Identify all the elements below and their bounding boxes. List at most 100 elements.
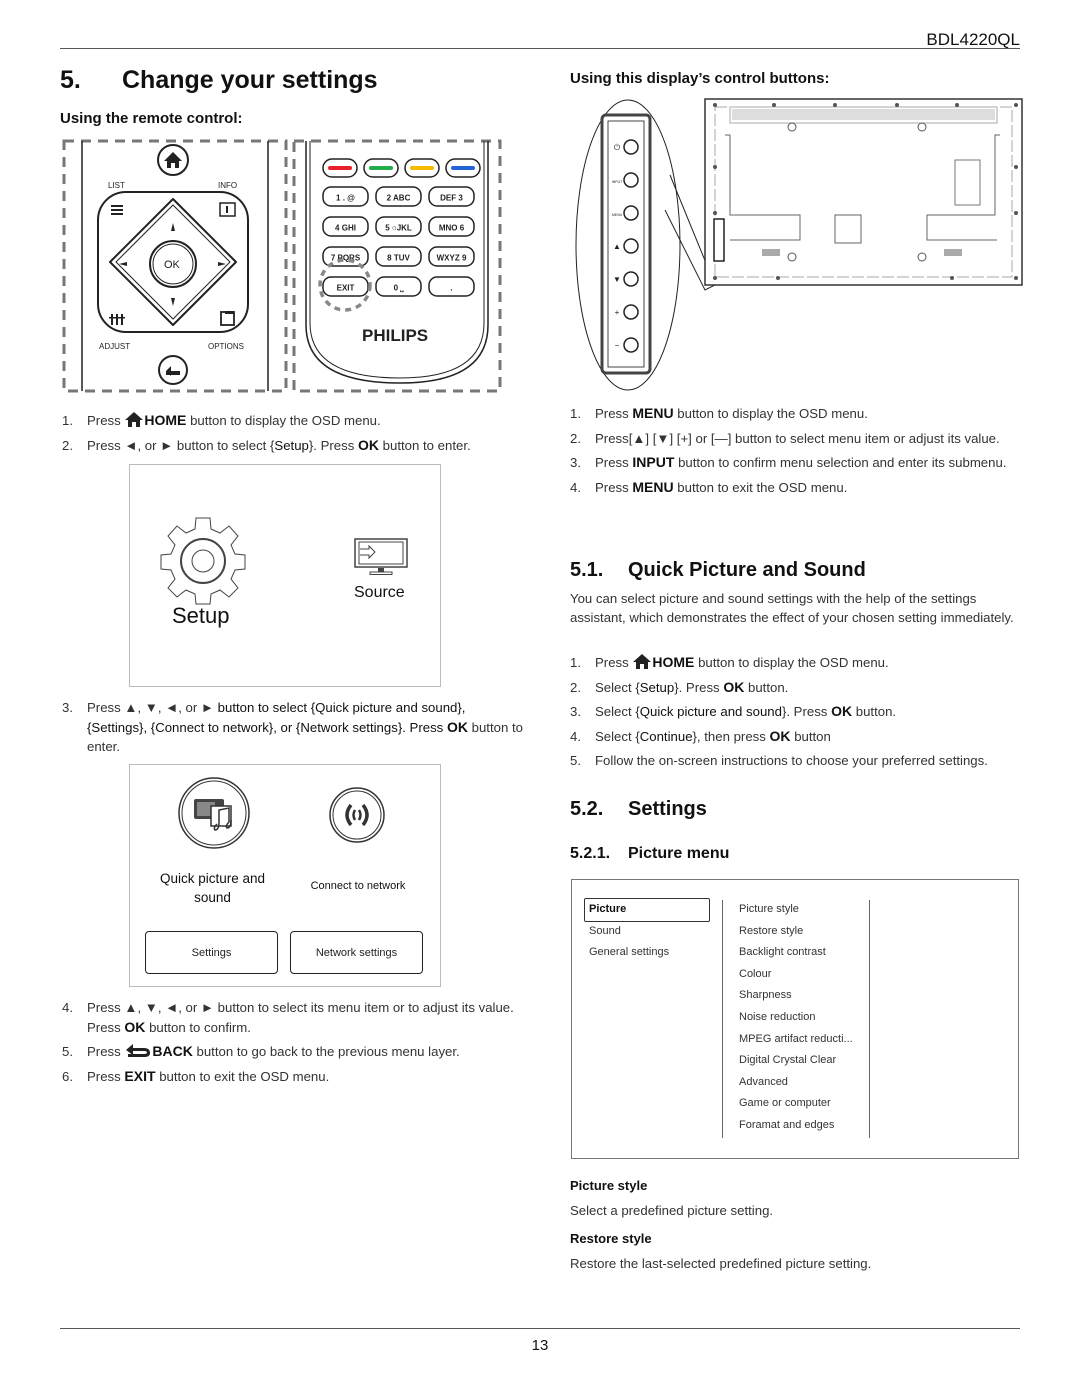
step-item: 3. Press INPUT button to confirm menu sel… — [570, 454, 1007, 470]
display-button-label: + — [615, 308, 620, 317]
display-control-button: + — [615, 304, 639, 320]
source-label: Source — [354, 584, 405, 601]
remote-navigation-illustration: LIST INFO OK ADJUST OPTIONS — [62, 139, 288, 393]
back-icon — [126, 1044, 151, 1057]
number-key: 8 TUV — [375, 246, 422, 267]
adjust-icon — [109, 314, 125, 325]
number-key: MNO 6 — [428, 216, 475, 237]
section-5-1-heading: 5.1. Quick Picture and Sound — [570, 559, 866, 581]
section-5-1-steps: 1. Press HOME button to display the OSD m… — [570, 653, 1025, 776]
number-key: 0 ⎵ — [375, 276, 422, 297]
network-settings-button[interactable]: Network settings — [290, 931, 423, 974]
connect-network-label: Connect to network — [310, 880, 406, 892]
restore-style-description: Restore the last-selected predefined pic… — [570, 1256, 872, 1271]
step-item: 4. Select {Continue}, then press OK butto… — [570, 727, 831, 744]
setup-label: Setup — [172, 603, 230, 628]
menu-option-item[interactable]: Picture style — [739, 903, 799, 915]
step-item: 4. Press ▲, ▼, ◄, or ► button to select i… — [62, 1000, 514, 1035]
model-number: BDL4220QL — [926, 30, 1020, 49]
key-label: 8 TUV — [387, 254, 410, 263]
step-item: 1. Press HOME button to display the OSD m… — [62, 412, 381, 428]
menu-option-item[interactable]: Colour — [739, 968, 771, 980]
connect-network-icon — [329, 787, 385, 843]
menu-option-item[interactable]: Foramat and edges — [739, 1119, 834, 1131]
number-key: 5 ○JKL — [375, 216, 422, 237]
step-item: 1. Press MENU button to display the OSD m… — [570, 405, 868, 421]
menu-category-item[interactable]: Picture — [589, 903, 626, 915]
home-button — [157, 144, 189, 176]
remote-heading: Using the remote control: — [60, 110, 243, 127]
home-icon — [633, 654, 652, 669]
step-item: 4. Press MENU button to exit the OSD menu… — [570, 478, 848, 495]
menu-option-item[interactable]: Restore style — [739, 925, 803, 937]
menu-option-item[interactable]: Noise reduction — [739, 1011, 815, 1023]
quick-picture-sound-icon — [178, 777, 250, 849]
step-item: 2. Press ◄, or ► button to select {Setup}… — [62, 436, 471, 453]
section-5-2-1-heading: 5.2.1. Picture menu — [570, 845, 730, 862]
step-item: 2. Select {Setup}. Press OK button. — [570, 678, 789, 695]
number-key: 1 . @ — [322, 186, 369, 207]
list-label: LIST — [108, 181, 125, 190]
key-label: 1 . @ — [336, 194, 355, 203]
quick-picture-sound-label: Quick picture and sound — [159, 871, 266, 905]
display-control-button: ▲ — [613, 238, 639, 254]
key-label: . — [450, 284, 452, 293]
display-button-label: ▼ — [613, 275, 621, 284]
back-button — [158, 355, 188, 385]
number-key: 4 GHI — [322, 216, 369, 237]
setup-menu-screenshot: Quick picture and sound Connect to networ… — [129, 764, 441, 987]
remote-keypad-illustration: 1 . @ 2 ABC DEF 3 4 GHI 5 ○JKL MNO 6 7 PQRS 8 T… — [292, 139, 502, 393]
menu-divider — [722, 900, 723, 1138]
color-key — [363, 158, 399, 178]
menu-option-item[interactable]: Backlight contrast — [739, 946, 826, 958]
step-item: 3. Select {Quick picture and sound}. Pres… — [570, 703, 897, 719]
display-steps: 1. Press MENU button to display the OSD m… — [570, 404, 1025, 502]
display-button-label: − — [615, 341, 620, 350]
options-label: OPTIONS — [208, 342, 244, 351]
menu-category-item[interactable]: General settings — [589, 946, 669, 958]
home-icon — [125, 412, 144, 427]
key-label: WXYZ 9 — [437, 254, 467, 263]
menu-option-item[interactable]: Game or computer — [739, 1097, 831, 1109]
key-label: 0 ⎵ — [394, 284, 405, 294]
picture-style-label: Picture style — [570, 1178, 648, 1193]
color-key — [445, 158, 481, 178]
menu-option-item[interactable]: Sharpness — [739, 989, 792, 1001]
remote-steps-4-6: 4. Press ▲, ▼, ◄, or ► button to select i… — [62, 998, 524, 1091]
key-label: 5 ○JKL — [385, 224, 412, 233]
number-key: 2 ABC — [375, 186, 422, 207]
key-label: 7 PQRS — [331, 254, 361, 263]
step-item: 6. Press EXIT button to exit the OSD menu… — [62, 1067, 330, 1084]
menu-category-item[interactable]: Sound — [589, 925, 621, 937]
remote-steps-1-2: 1. Press HOME button to display the OSD m… — [62, 411, 522, 460]
step-item: 1. Press HOME button to display the OSD m… — [570, 654, 889, 670]
display-button-label: MENU — [612, 213, 623, 217]
display-rear-illustration: ⏻ INPUT MENU ▲ ▼ + − — [575, 98, 1023, 391]
color-key — [322, 158, 358, 178]
section-5-2-heading: 5.2. Settings — [570, 798, 707, 820]
info-label: INFO — [218, 181, 237, 190]
adjust-label: ADJUST — [99, 342, 130, 351]
display-control-button: − — [615, 337, 639, 353]
picture-menu-screenshot: Picture Sound General settings Picture sty… — [571, 879, 1019, 1159]
section-5-1-intro: You can select picture and sound setting… — [570, 591, 1014, 625]
number-key: EXIT — [322, 276, 369, 297]
key-label: 4 GHI — [335, 224, 356, 233]
menu-option-item[interactable]: Advanced — [739, 1076, 788, 1088]
remote-step-3: 3. Press ▲, ▼, ◄, or ► button to select {… — [62, 698, 524, 762]
color-key — [404, 158, 440, 178]
setup-gear-icon — [160, 517, 246, 605]
key-label: MNO 6 — [439, 224, 465, 233]
display-button-label: ▲ — [613, 242, 621, 251]
key-label: EXIT — [337, 284, 355, 293]
footer-rule — [60, 1328, 1020, 1329]
settings-button[interactable]: Settings — [145, 931, 278, 974]
menu-option-item[interactable]: MPEG artifact reducti... — [739, 1033, 853, 1045]
key-label: 2 ABC — [387, 194, 411, 203]
step-item: 2. Press[▲] [▼] [+] or [—] button to sele… — [570, 430, 1000, 446]
menu-option-item[interactable]: Digital Crystal Clear — [739, 1054, 836, 1066]
number-key: . — [428, 276, 475, 297]
display-button-label: INPUT — [612, 180, 623, 184]
restore-style-label: Restore style — [570, 1231, 652, 1246]
step-item: 3. Press ▲, ▼, ◄, or ► button to select {… — [62, 700, 523, 754]
